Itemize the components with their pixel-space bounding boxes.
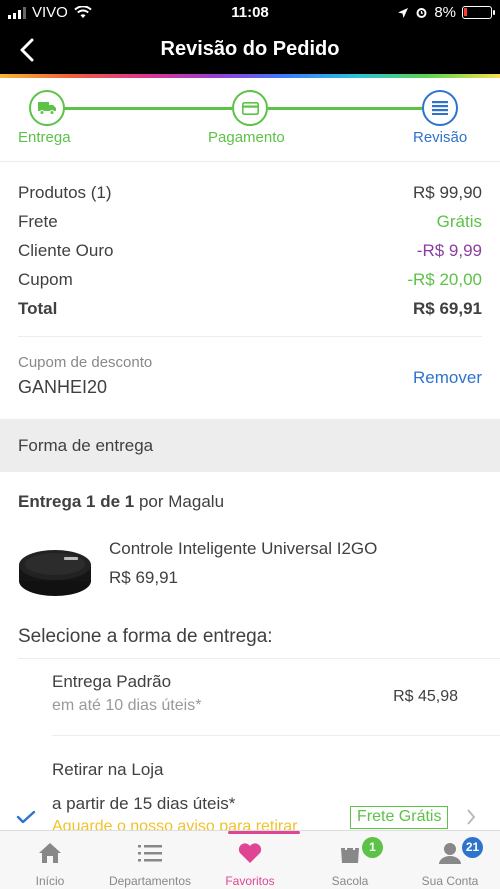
bottom-navigation: Início Departamentos Favoritos 1 Sacola … [0, 830, 500, 889]
summary-value: -R$ 9,99 [416, 240, 482, 260]
product-image [19, 550, 91, 596]
step-label-payment[interactable]: Pagamento [208, 129, 285, 146]
bag-count-badge: 1 [362, 837, 383, 858]
app-header: Revisão do Pedido [0, 26, 500, 74]
alarm-icon [416, 8, 427, 18]
summary-label: Cliente Ouro [18, 240, 114, 260]
shipping-title: Selecione a forma de entrega: [18, 626, 273, 647]
section-title: Forma de entrega [18, 436, 154, 455]
step-review[interactable] [422, 90, 458, 126]
page-title: Revisão do Pedido [160, 38, 340, 60]
home-icon [39, 843, 61, 863]
checkout-stepper: Entrega Pagamento Revisão [0, 78, 500, 162]
nav-label: Departamentos [108, 874, 192, 888]
card-icon [241, 101, 259, 115]
step-payment[interactable] [232, 90, 268, 126]
nav-departments[interactable]: Departamentos [100, 831, 200, 889]
location-icon [398, 7, 409, 18]
nav-label: Início [35, 874, 65, 888]
summary-value: Grátis [436, 211, 482, 231]
delivery-section-header: Forma de entrega [0, 419, 500, 472]
summary-row-shipping: Frete Grátis [18, 207, 482, 236]
document-icon [432, 101, 448, 115]
delivery-count: Entrega 1 de 1 por Magalu [18, 492, 224, 512]
seller-name: Magalu [168, 492, 225, 511]
remove-coupon-button[interactable]: Remover [413, 368, 482, 388]
summary-row-total: Total R$ 69,91 [18, 294, 482, 323]
summary-row-products: Produtos (1) R$ 99,90 [18, 178, 482, 207]
shipping-option-standard[interactable]: Entrega Padrão em até 10 dias úteis* R$ … [52, 672, 482, 732]
nav-label: Sua Conta [421, 874, 479, 888]
check-icon [16, 810, 36, 824]
status-right: 8% [397, 4, 495, 21]
summary-value: -R$ 20,00 [407, 269, 482, 289]
summary-row-gold-client: Cliente Ouro -R$ 9,99 [18, 236, 482, 265]
nav-label: Sacola [331, 874, 369, 888]
free-shipping-badge: Frete Grátis [350, 806, 449, 829]
option-name: Retirar na Loja [52, 760, 164, 779]
summary-row-coupon: Cupom -R$ 20,00 [18, 265, 482, 294]
divider [52, 735, 500, 736]
summary-label: Produtos (1) [18, 182, 112, 202]
battery-icon [462, 6, 495, 19]
summary-label: Total [18, 298, 58, 318]
step-connector [268, 107, 422, 110]
step-label-delivery[interactable]: Entrega [18, 129, 71, 146]
summary-value: R$ 99,90 [413, 182, 482, 202]
coupon-block: Cupom de desconto GANHEI20 Remover [18, 354, 482, 404]
divider [18, 658, 500, 659]
list-icon [138, 845, 162, 862]
nav-bag[interactable]: 1 Sacola [310, 831, 390, 889]
heart-icon [238, 843, 262, 863]
step-label-review[interactable]: Revisão [413, 129, 467, 146]
delivery-count-label: Entrega 1 de 1 [18, 492, 135, 511]
nav-favorites[interactable]: Favoritos [210, 831, 290, 889]
status-bar: VIVO 11:08 8% [0, 0, 500, 26]
chevron-right-icon[interactable] [466, 808, 476, 826]
nav-home[interactable]: Início [10, 831, 90, 889]
product-name[interactable]: Controle Inteligente Universal I2GO [109, 539, 377, 559]
battery-percent: 8% [434, 4, 456, 21]
bag-icon [341, 841, 359, 863]
user-icon [439, 843, 461, 864]
summary-value: R$ 69,91 [413, 298, 482, 318]
product-price: R$ 69,91 [109, 568, 178, 587]
summary-label: Frete [18, 211, 58, 231]
seller-prefix: por [138, 492, 164, 511]
step-delivery[interactable] [29, 90, 65, 126]
nav-account[interactable]: 21 Sua Conta [410, 831, 490, 889]
summary-label: Cupom [18, 269, 73, 289]
step-connector [64, 107, 232, 110]
option-price: R$ 45,98 [393, 688, 458, 705]
order-summary: Produtos (1) R$ 99,90 Frete Grátis Clien… [18, 178, 482, 323]
truck-icon [38, 102, 56, 115]
nav-label: Favoritos [225, 874, 275, 888]
divider [18, 336, 482, 337]
notification-badge: 21 [462, 837, 483, 858]
product-item: Controle Inteligente Universal I2GO R$ 6… [18, 535, 482, 605]
